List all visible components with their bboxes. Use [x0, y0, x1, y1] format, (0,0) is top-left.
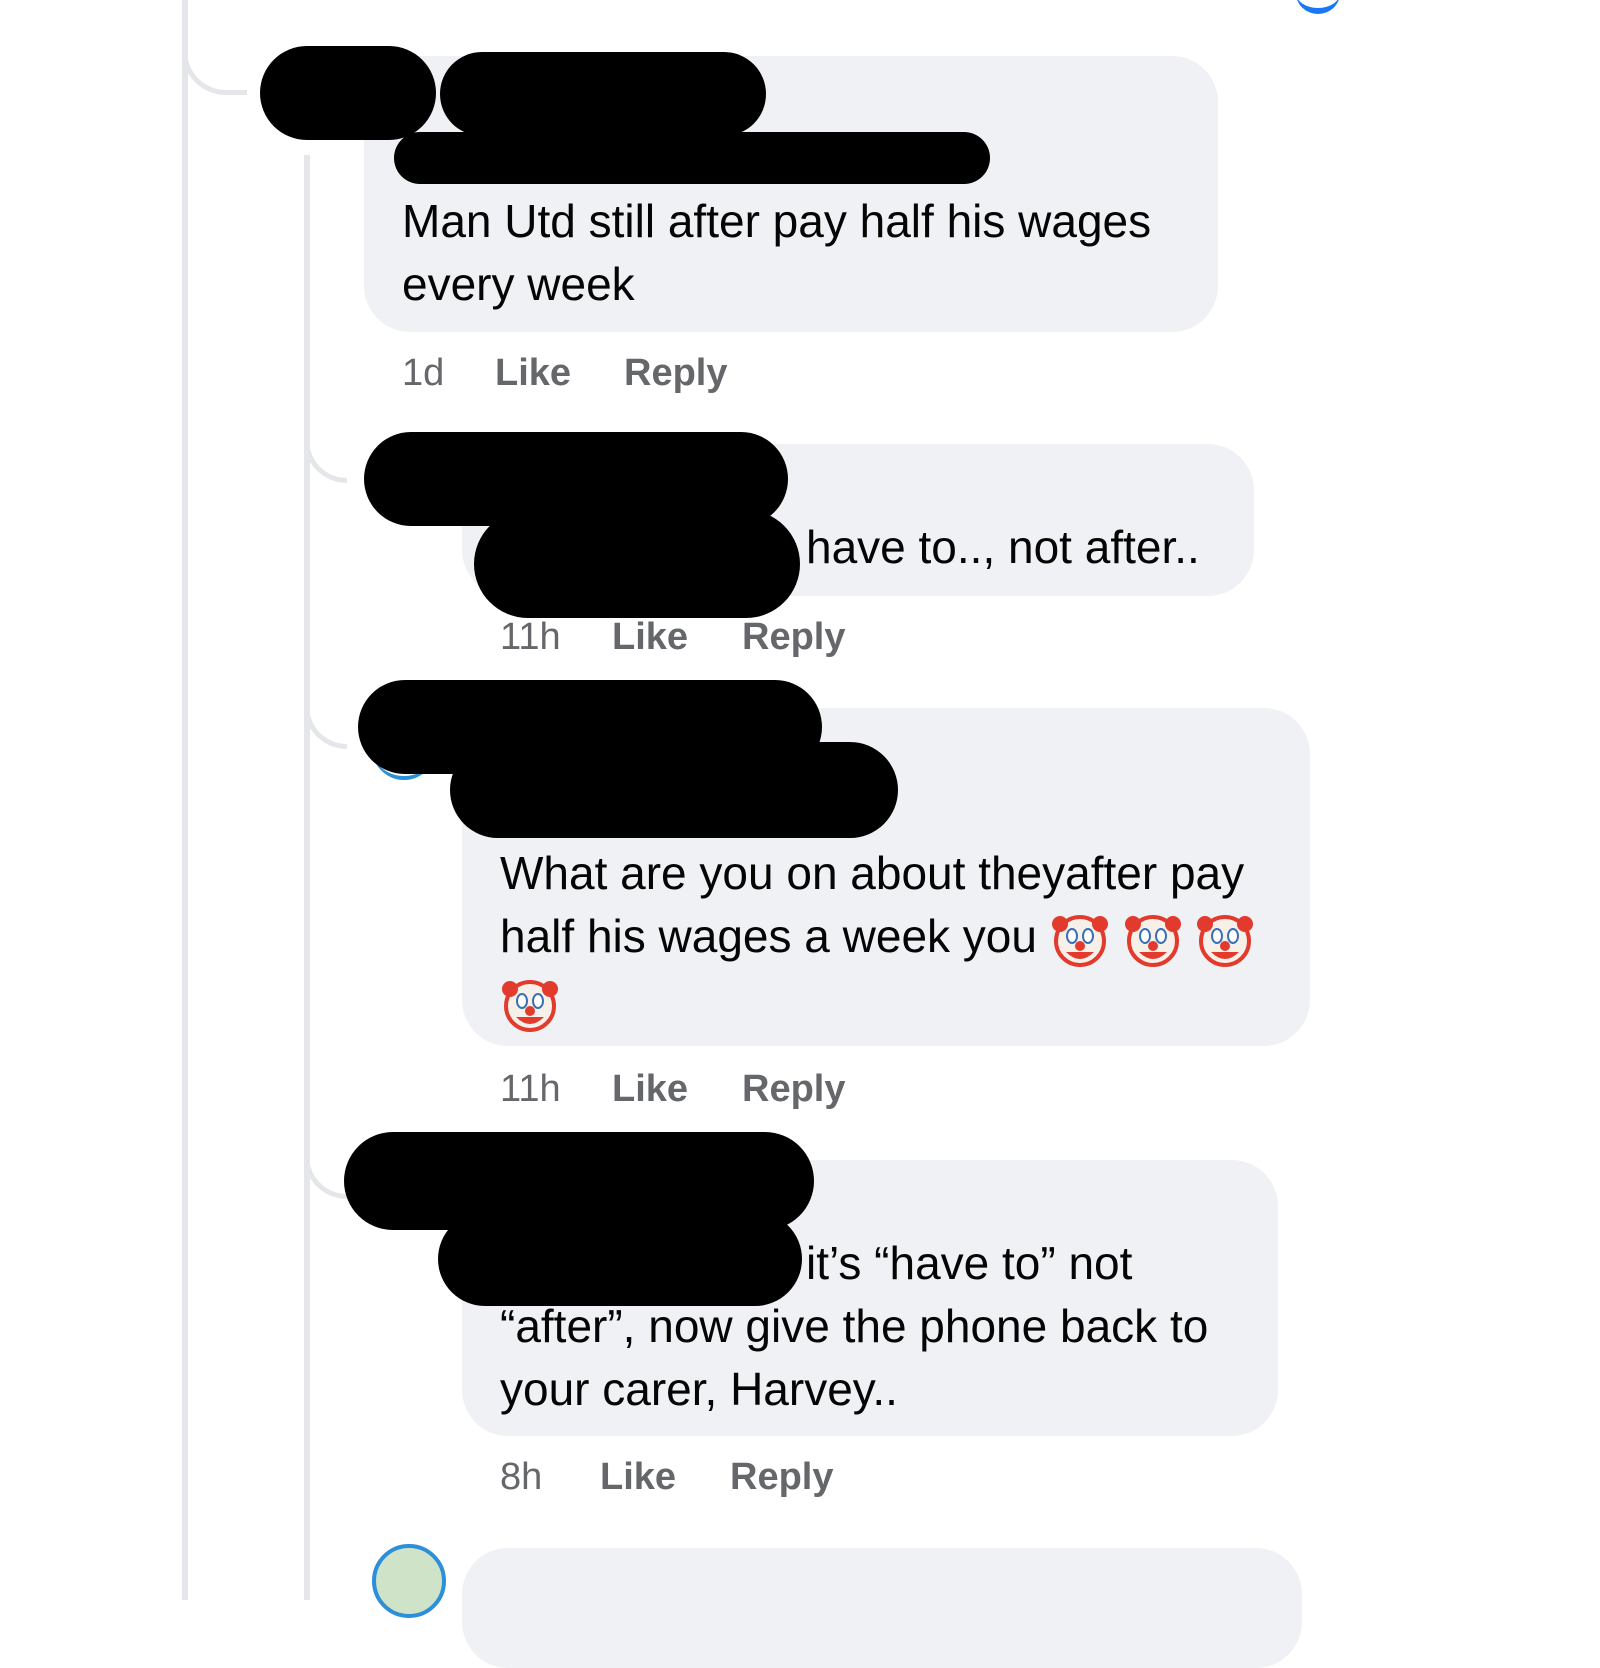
comment-text-4-line1: it’s “have to” not	[806, 1237, 1133, 1289]
comment-time-1: 1d	[402, 352, 445, 394]
comment-actions-1: 1d Like Reply	[402, 348, 802, 398]
comment-text-3: What are you on about theyafter pay half…	[500, 842, 1290, 1035]
comment-bubble-5	[462, 1548, 1302, 1668]
redacted-name-3b	[450, 742, 898, 838]
avatar-5	[372, 1544, 446, 1618]
redacted-name-2b	[474, 510, 800, 618]
outer-thread-line	[182, 0, 188, 1600]
comment-actions-4: 8h Like Reply	[500, 1452, 900, 1502]
redacted-avatar-1	[260, 46, 436, 140]
top-accent-icon	[1296, 0, 1340, 14]
clown-face-icon	[1051, 914, 1108, 967]
redacted-name-1b	[394, 132, 990, 184]
reply-button-1[interactable]: Reply	[624, 348, 727, 398]
like-button-1[interactable]: Like	[495, 348, 571, 398]
like-button-4[interactable]: Like	[600, 1452, 676, 1502]
comment-time-4: 8h	[500, 1456, 543, 1498]
comment-actions-3: 11h Like Reply	[500, 1064, 900, 1114]
reply-button-4[interactable]: Reply	[730, 1452, 833, 1502]
like-button-2[interactable]: Like	[612, 612, 688, 662]
comment-text-1: Man Utd still after pay half his wages e…	[402, 195, 1152, 310]
clown-face-icon	[1124, 914, 1181, 967]
outer-thread-curve	[182, 0, 247, 95]
inner-thread-line	[304, 155, 310, 1600]
reply-curve-2	[304, 680, 347, 749]
reply-button-2[interactable]: Reply	[742, 612, 845, 662]
comment-text-2: have to.., not after..	[806, 521, 1200, 573]
clown-face-icon	[502, 979, 558, 1032]
comment-time-3: 11h	[500, 1068, 561, 1110]
comment-actions-2: 11h Like Reply	[500, 612, 900, 662]
comment-text-4-rest: “after”, now give the phone back to your…	[500, 1300, 1209, 1415]
clown-face-icon	[1197, 914, 1254, 967]
redacted-name-1	[440, 52, 766, 136]
reply-curve-3	[304, 1130, 347, 1199]
reply-button-3[interactable]: Reply	[742, 1064, 845, 1114]
like-button-3[interactable]: Like	[612, 1064, 688, 1114]
redacted-name-4b	[438, 1212, 802, 1306]
reply-curve-1	[304, 420, 347, 483]
comment-time-2: 11h	[500, 616, 561, 658]
